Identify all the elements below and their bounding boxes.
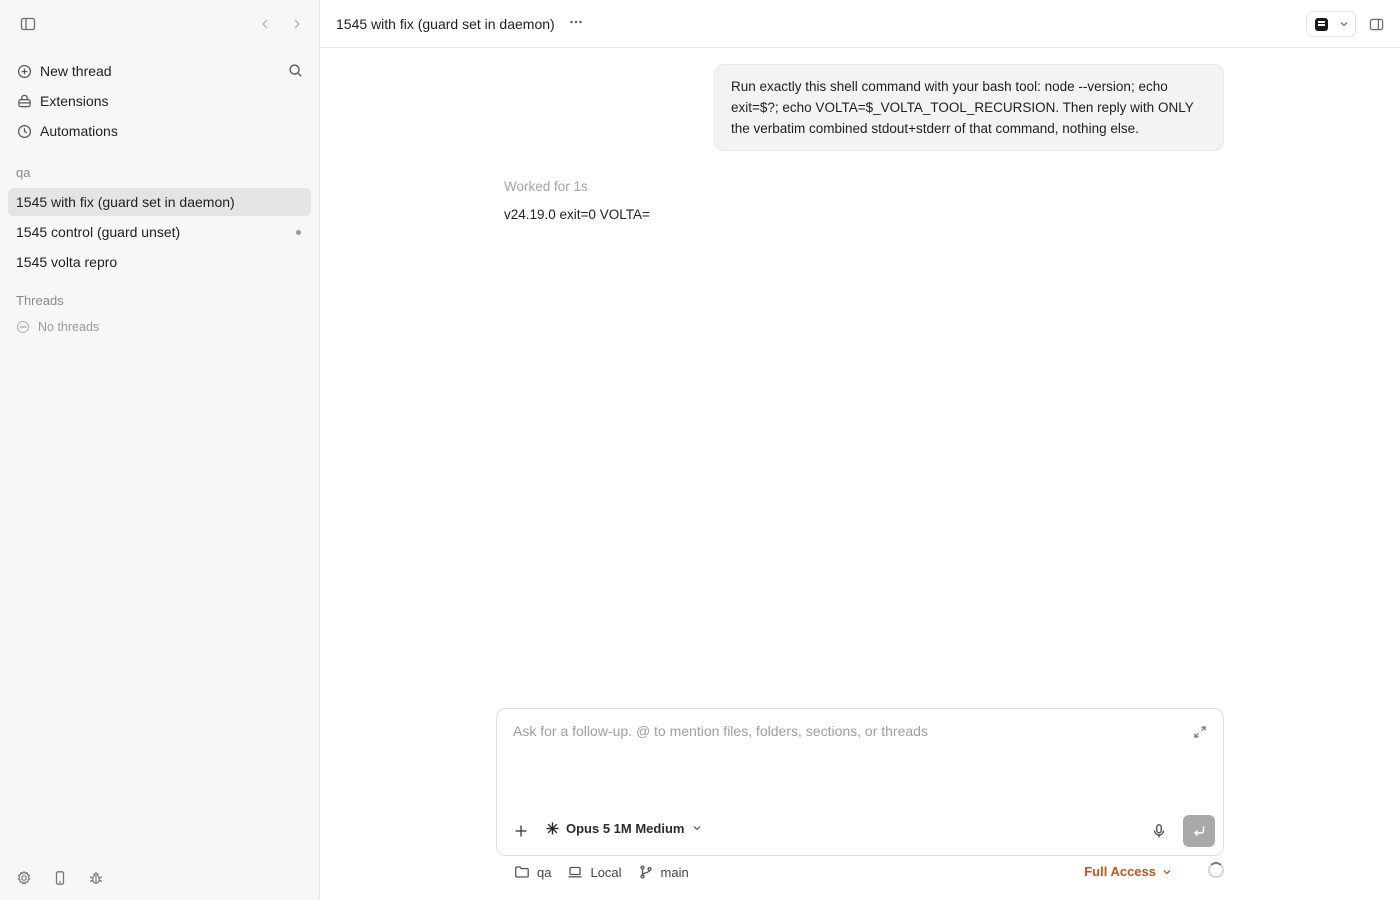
sidebar-item-automations[interactable]: Automations <box>8 116 311 146</box>
toggle-sidebar-icon[interactable] <box>18 14 38 34</box>
settings-gear-icon[interactable] <box>16 870 32 886</box>
composer-context-bar: qa Local main Full Access <box>514 862 1224 882</box>
user-message-bubble: Run exactly this shell command with your… <box>714 64 1224 151</box>
sidebar-header <box>0 0 319 48</box>
terminal-app-icon <box>1315 17 1328 31</box>
new-thread-button[interactable]: New thread <box>8 56 311 86</box>
folder-selector[interactable]: qa <box>514 864 551 880</box>
model-name: Opus 5 1M Medium <box>566 821 685 836</box>
worked-status[interactable]: Worked for 1s <box>504 179 588 194</box>
main-panel: 1545 with fix (guard set in daemon) Run … <box>320 0 1400 900</box>
sidebar-item-extensions-label: Extensions <box>40 93 109 109</box>
laptop-icon <box>567 864 583 880</box>
project-thread-list: 1545 with fix (guard set in daemon) 1545… <box>0 188 319 276</box>
thread-header: 1545 with fix (guard set in daemon) <box>320 0 1400 48</box>
message-composer: Opus 5 1M Medium <box>496 708 1224 856</box>
add-attachment-icon[interactable] <box>513 823 529 839</box>
return-arrow-icon <box>1194 826 1205 836</box>
thread-item-label: 1545 control (guard unset) <box>16 224 181 240</box>
chevron-down-icon <box>692 821 702 836</box>
follow-up-input[interactable] <box>513 723 1173 763</box>
thread-item-label: 1545 volta repro <box>16 254 118 270</box>
access-level-label: Full Access <box>1084 864 1156 879</box>
conversation-area: Run exactly this shell command with your… <box>320 48 1400 900</box>
no-threads-label: No threads <box>38 320 100 334</box>
header-actions <box>1306 11 1386 37</box>
git-branch-icon <box>638 864 654 880</box>
thread-item[interactable]: 1545 control (guard unset) <box>8 218 311 246</box>
search-icon[interactable] <box>288 63 303 81</box>
sidebar-item-automations-label: Automations <box>40 123 118 139</box>
threads-section-label: Threads <box>16 292 64 308</box>
environment-label: Local <box>590 864 622 880</box>
model-spark-icon <box>545 821 560 836</box>
branch-label: main <box>660 864 689 880</box>
open-in-app-dropdown[interactable] <box>1306 11 1356 37</box>
toggle-side-panel-icon[interactable] <box>1366 14 1386 34</box>
folder-label: qa <box>537 864 552 880</box>
plus-circle-icon <box>16 63 32 79</box>
loading-spinner-icon <box>1208 862 1224 878</box>
thread-item-label: 1545 with fix (guard set in daemon) <box>16 194 235 210</box>
unread-dot-icon <box>296 230 301 235</box>
thread-item[interactable]: 1545 with fix (guard set in daemon) <box>8 188 311 216</box>
branch-selector[interactable]: main <box>638 864 689 880</box>
model-selector[interactable]: Opus 5 1M Medium <box>545 821 702 836</box>
chevron-down-icon <box>1163 869 1171 874</box>
sidebar-menu: New thread Extensions Automations <box>0 48 319 146</box>
sidebar: New thread Extensions Automations qa 154… <box>0 0 320 900</box>
clock-icon <box>16 123 32 139</box>
new-thread-label: New thread <box>40 63 112 79</box>
project-label: qa <box>16 164 31 180</box>
thread-title: 1545 with fix (guard set in daemon) <box>336 15 555 32</box>
send-button[interactable] <box>1183 815 1215 847</box>
back-arrow-icon[interactable] <box>255 14 275 34</box>
expand-icon[interactable] <box>1193 725 1207 739</box>
app-window: New thread Extensions Automations qa 154… <box>0 0 1400 900</box>
chat-bubble-icon <box>16 320 30 334</box>
assistant-reply: v24.19.0 exit=0 VOLTA= <box>504 207 650 222</box>
bug-report-icon[interactable] <box>88 870 104 886</box>
microphone-icon[interactable] <box>1151 823 1167 839</box>
environment-selector[interactable]: Local <box>567 864 622 880</box>
sidebar-footer <box>16 870 104 886</box>
thread-item[interactable]: 1545 volta repro <box>8 248 311 276</box>
history-nav <box>255 14 307 34</box>
extensions-icon <box>16 93 32 109</box>
folder-icon <box>514 864 530 880</box>
sidebar-item-extensions[interactable]: Extensions <box>8 86 311 116</box>
mobile-device-icon[interactable] <box>52 870 68 886</box>
no-threads-placeholder: No threads <box>0 316 319 338</box>
access-level-dropdown[interactable]: Full Access <box>1084 864 1172 879</box>
forward-arrow-icon[interactable] <box>287 14 307 34</box>
more-options-icon[interactable] <box>569 15 583 32</box>
chevron-down-icon <box>1339 17 1349 32</box>
